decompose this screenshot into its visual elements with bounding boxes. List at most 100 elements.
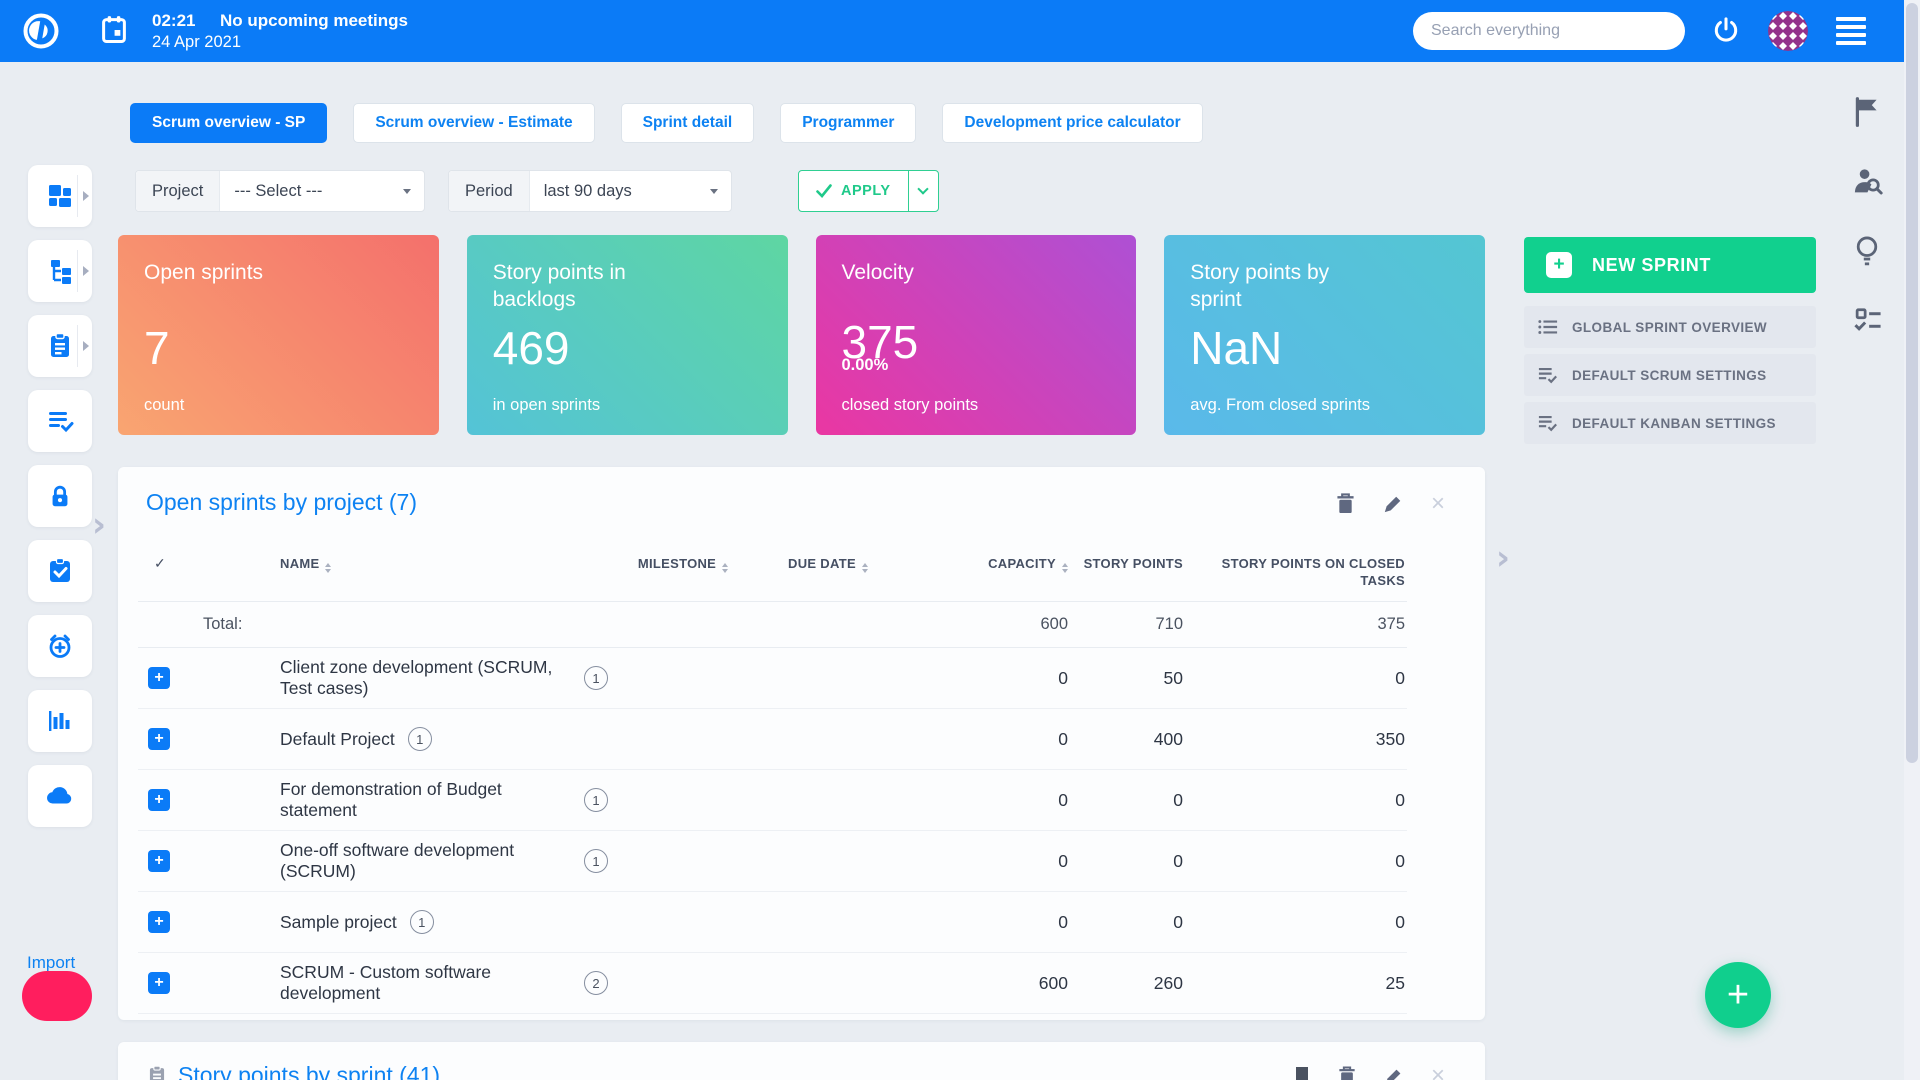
chevron-down-icon: [917, 183, 928, 194]
apply-dropdown-button[interactable]: [908, 171, 938, 211]
clipboard-icon: [146, 1064, 168, 1080]
menu-icon[interactable]: [1836, 17, 1866, 45]
delete-icon[interactable]: [1336, 493, 1355, 514]
closed-points-cell: 0: [1198, 831, 1407, 892]
sidebar-item-reports[interactable]: [28, 690, 92, 752]
user-avatar[interactable]: [1768, 11, 1808, 51]
milestone-cell: [608, 648, 758, 709]
default-kanban-settings-button[interactable]: DEFAULT KANBAN SETTINGS: [1524, 402, 1816, 444]
expand-row-button[interactable]: +: [148, 850, 170, 872]
expand-row-button[interactable]: +: [148, 911, 170, 933]
project-name[interactable]: For demonstration of Budget statement: [280, 779, 571, 821]
kpi-card-open-sprints: Open sprints 7 count: [118, 235, 439, 435]
lightbulb-icon[interactable]: [1852, 234, 1882, 268]
closed-points-cell: 0: [1198, 648, 1407, 709]
new-sprint-button[interactable]: + NEW SPRINT: [1524, 237, 1816, 293]
edit-pencil-icon[interactable]: [1384, 1067, 1403, 1080]
sort-icon[interactable]: [325, 563, 331, 573]
dashboard-icon: [46, 182, 74, 210]
select-all-check[interactable]: ✓: [138, 545, 188, 602]
sidebar-item-security[interactable]: [28, 465, 92, 527]
new-sprint-label: NEW SPRINT: [1592, 255, 1711, 276]
story-points-cell: 50: [1078, 648, 1198, 709]
sidebar-item-tasks[interactable]: [28, 315, 92, 377]
user-search-icon[interactable]: [1852, 166, 1884, 196]
tab-development-price-calculator[interactable]: Development price calculator: [942, 103, 1202, 143]
close-icon[interactable]: ×: [1431, 1066, 1445, 1080]
total-label: Total:: [188, 602, 608, 648]
story-points-cell: 0: [1078, 770, 1198, 831]
expand-left-chevron[interactable]: ›: [92, 505, 106, 545]
tab-scrum-overview-estimate[interactable]: Scrum overview - Estimate: [353, 103, 594, 143]
sidebar-item-time-tracking[interactable]: [28, 615, 92, 677]
clipboard-icon: [46, 332, 74, 360]
logout-power-icon[interactable]: [1712, 16, 1740, 44]
close-icon[interactable]: ×: [1431, 494, 1445, 514]
sidebar-item-approvals[interactable]: [28, 540, 92, 602]
clock-time: 02:21: [152, 11, 195, 31]
add-fab-button[interactable]: +: [1705, 962, 1771, 1028]
expand-row-button[interactable]: +: [148, 667, 170, 689]
sidebar-item-todo-list[interactable]: [28, 390, 92, 452]
sprint-count-badge: 2: [584, 971, 608, 995]
import-notification-pill[interactable]: [22, 971, 92, 1021]
milestone-cell: [608, 892, 758, 953]
list-check-icon: [46, 407, 74, 435]
app-logo-icon[interactable]: [22, 12, 60, 50]
calendar-icon[interactable]: [100, 15, 128, 45]
project-select[interactable]: --- Select ---: [220, 182, 403, 201]
column-header-name[interactable]: NAME: [188, 545, 608, 602]
flag-icon[interactable]: [1852, 96, 1882, 128]
checklist-icon[interactable]: [1852, 306, 1884, 334]
edit-pencil-icon[interactable]: [1383, 494, 1403, 514]
delete-icon[interactable]: [1338, 1066, 1356, 1080]
sort-icon[interactable]: [722, 563, 728, 573]
panel-title: Story points by sprint (41): [178, 1062, 440, 1080]
tab-sprint-detail[interactable]: Sprint detail: [621, 103, 755, 143]
apply-button[interactable]: APPLY: [799, 171, 908, 211]
table-row: + Default Project1 0 400 350: [138, 709, 1407, 770]
scrollbar-thumb[interactable]: [1906, 3, 1918, 763]
bookmark-icon[interactable]: [1294, 1066, 1310, 1080]
sidebar-item-projects-tree[interactable]: [28, 240, 92, 302]
period-select[interactable]: last 90 days: [530, 182, 710, 201]
page-scrollbar[interactable]: [1904, 0, 1920, 1080]
sort-icon[interactable]: [1062, 563, 1068, 573]
table-row: + Client zone development (SCRUM, Test c…: [138, 648, 1407, 709]
milestone-cell: [608, 953, 758, 1014]
current-date: 24 Apr 2021: [152, 33, 241, 52]
capacity-cell: 0: [898, 892, 1078, 953]
expand-row-button[interactable]: +: [148, 789, 170, 811]
column-header-story-points-closed[interactable]: STORY POINTS ON CLOSED TASKS: [1198, 545, 1407, 602]
timer-add-icon: [46, 632, 74, 660]
import-label[interactable]: Import: [27, 953, 75, 973]
panel-header: Open sprints by project (7) ×: [118, 467, 1485, 545]
kpi-subtitle: closed story points: [842, 396, 979, 415]
project-name[interactable]: Sample project: [280, 912, 397, 933]
column-header-milestone[interactable]: MILESTONE: [608, 545, 758, 602]
project-name[interactable]: SCRUM - Custom software development: [280, 962, 571, 1004]
table-row: + One-off software development (SCRUM)1 …: [138, 831, 1407, 892]
list-check-icon: [1538, 366, 1558, 384]
sort-icon[interactable]: [862, 563, 868, 573]
search-input[interactable]: [1413, 12, 1685, 50]
tab-programmer[interactable]: Programmer: [780, 103, 916, 143]
sidebar-item-cloud[interactable]: [28, 765, 92, 827]
column-header-story-points[interactable]: STORY POINTS: [1078, 545, 1198, 602]
action-label: DEFAULT SCRUM SETTINGS: [1572, 368, 1767, 383]
expand-row-button[interactable]: +: [148, 728, 170, 750]
kpi-title: Velocity: [842, 259, 1036, 286]
project-name[interactable]: Client zone development (SCRUM, Test cas…: [280, 657, 571, 699]
expand-right-chevron[interactable]: ›: [1496, 538, 1510, 578]
sidebar-item-dashboard[interactable]: [28, 165, 92, 227]
due-date-cell: [758, 831, 898, 892]
panel-title: Open sprints by project (7): [146, 489, 417, 516]
tab-scrum-overview-sp[interactable]: Scrum overview - SP: [130, 103, 327, 143]
column-header-capacity[interactable]: CAPACITY: [898, 545, 1078, 602]
project-name[interactable]: Default Project: [280, 729, 395, 750]
column-header-due-date[interactable]: DUE DATE: [758, 545, 898, 602]
project-name[interactable]: One-off software development (SCRUM): [280, 840, 571, 882]
default-scrum-settings-button[interactable]: DEFAULT SCRUM SETTINGS: [1524, 354, 1816, 396]
expand-row-button[interactable]: +: [148, 972, 170, 994]
global-sprint-overview-button[interactable]: GLOBAL SPRINT OVERVIEW: [1524, 306, 1816, 348]
